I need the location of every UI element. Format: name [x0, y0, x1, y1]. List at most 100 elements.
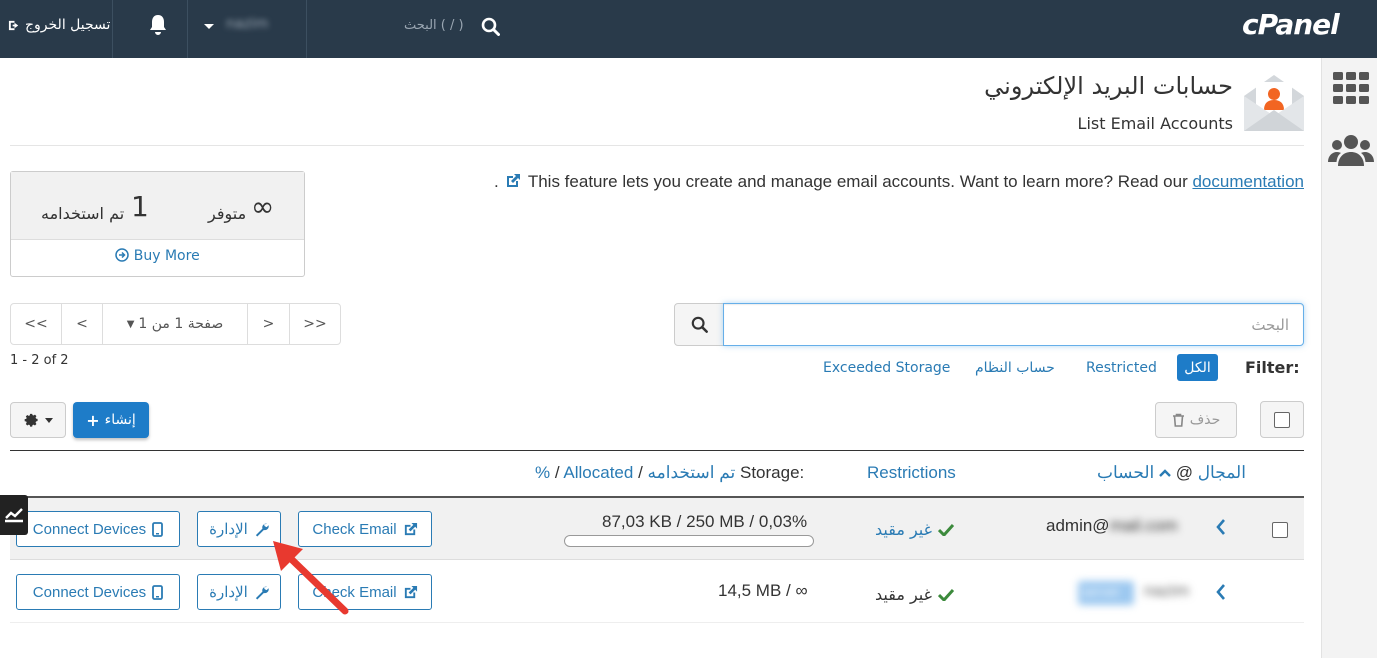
delete-button[interactable]: حذف: [1155, 402, 1237, 438]
column-storage-label: Storage:: [739, 463, 805, 482]
pager-first-button[interactable]: <<: [11, 304, 62, 344]
external-link-icon: [404, 522, 417, 535]
email-accounts-icon: [1243, 74, 1305, 136]
pager-last-button[interactable]: >>: [290, 304, 340, 344]
storage-progress-bar: [564, 535, 814, 547]
page-subtitle: List Email Accounts: [1077, 114, 1233, 133]
notifications-bell-icon[interactable]: [148, 14, 168, 40]
system-account-label: server: [1082, 585, 1120, 599]
delete-label: حذف: [1189, 412, 1221, 428]
account-name: nazim: [1144, 581, 1190, 600]
buy-more-label: Buy More: [133, 248, 200, 264]
at-symbol: @: [1175, 463, 1193, 482]
create-button[interactable]: + إنشاء: [73, 402, 149, 438]
logout-icon: [8, 20, 19, 30]
filter-all[interactable]: الكل: [1177, 354, 1218, 381]
expand-row-chevron-icon[interactable]: [1216, 518, 1226, 540]
divider: [112, 0, 113, 58]
stats-row: تم استخدامه 1 متوفر ∞: [11, 172, 304, 240]
connect-devices-label: Connect Devices: [32, 583, 147, 601]
pager-prev-button[interactable]: <: [62, 304, 103, 344]
user-menu-caret-icon[interactable]: [204, 24, 214, 29]
description-trailing: .: [493, 172, 499, 191]
used-label: تم استخدامه: [41, 204, 125, 223]
table-top-border: [10, 450, 1304, 451]
column-domain-label[interactable]: المجال: [1198, 463, 1246, 482]
mobile-icon: [152, 584, 164, 600]
top-search-input[interactable]: البحث ( / ): [404, 18, 464, 33]
documentation-link[interactable]: documentation: [1192, 172, 1304, 191]
email-search-input[interactable]: [723, 303, 1304, 346]
select-all-checkbox[interactable]: [1260, 401, 1304, 438]
apps-grid-icon[interactable]: [1333, 72, 1369, 108]
separator: /: [638, 463, 643, 482]
column-restrictions-label: Restrictions: [867, 463, 956, 482]
filter-label: Filter:: [1245, 358, 1300, 377]
external-link-icon: [404, 585, 417, 598]
column-restrictions[interactable]: Restrictions: [867, 463, 956, 483]
column-used[interactable]: تم استخدامه: [648, 463, 736, 482]
account-usage-stats: تم استخدامه 1 متوفر ∞ Buy More: [10, 171, 305, 277]
settings-dropdown-button[interactable]: [10, 402, 66, 438]
row-checkbox[interactable]: [1272, 522, 1288, 538]
table-row: admin@mail.com غير مقيد 87,03 KB / 250 M…: [10, 498, 1304, 560]
email-address: admin@mail.com: [1046, 516, 1178, 536]
result-range: 1 - 2 of 2: [10, 353, 69, 368]
manage-label: الإدارة: [209, 521, 248, 538]
search-button[interactable]: [674, 303, 724, 346]
feature-description: . This feature lets you create and manag…: [494, 172, 1304, 192]
filter-restricted[interactable]: Restricted: [1086, 360, 1157, 376]
storage-usage: 14,5 MB / ∞: [718, 581, 808, 600]
restriction-status: غير مقيد: [875, 520, 954, 539]
search-icon[interactable]: [481, 17, 500, 40]
search-icon: [691, 316, 708, 333]
caret-down-icon: [44, 417, 53, 423]
email-domain: mail.com: [1109, 516, 1178, 535]
column-storage[interactable]: % / Allocated / تم استخدامه Storage:: [535, 463, 804, 483]
page-select[interactable]: ▼ صفحة 1 من 1: [103, 304, 248, 344]
logout-label: تسجيل الخروج: [25, 17, 111, 33]
users-icon[interactable]: [1328, 134, 1374, 170]
table-row: nazim server غير مقيد 14,5 MB / ∞ Check …: [10, 561, 1304, 623]
arrow-circle-right-icon: [115, 248, 130, 262]
expand-row-chevron-icon[interactable]: [1216, 583, 1226, 605]
logout-button[interactable]: تسجيل الخروج: [8, 17, 110, 33]
column-account-domain[interactable]: المجال @ الحساب: [1097, 463, 1246, 483]
restriction-label: غير مقيد: [875, 520, 932, 539]
available-label: متوفر: [208, 204, 247, 223]
system-account-badge: server: [1078, 581, 1134, 605]
connect-devices-button[interactable]: Connect Devices: [16, 511, 180, 547]
filter-exceeded-storage[interactable]: Exceeded Storage: [823, 360, 950, 376]
separator: /: [554, 463, 560, 482]
top-bar: تسجيل الخروج nazim البحث ( / ) cPanel: [0, 0, 1377, 58]
description-text: This feature lets you create and manage …: [527, 172, 1188, 191]
column-account-label[interactable]: الحساب: [1097, 463, 1154, 482]
cpanel-logo[interactable]: cPanel: [1242, 8, 1340, 41]
divider: [187, 0, 188, 58]
create-label: إنشاء: [104, 412, 136, 428]
filter-system-account[interactable]: حساب النظام: [975, 360, 1055, 376]
email-local-part: admin@: [1046, 516, 1110, 535]
mobile-icon: [152, 521, 164, 537]
column-percent[interactable]: %: [535, 463, 550, 482]
pagination: << < ▼ صفحة 1 من 1 > >>: [10, 303, 341, 345]
caret-down-icon: ▼: [126, 318, 135, 330]
page-title: حسابات البريد الإلكتروني: [984, 72, 1233, 100]
connect-devices-button[interactable]: Connect Devices: [16, 574, 180, 610]
check-icon: [938, 523, 954, 536]
buy-more-link[interactable]: Buy More: [11, 248, 304, 264]
sort-ascending-icon: [1159, 469, 1171, 477]
gear-icon: [24, 413, 38, 427]
storage-usage: 87,03 KB / 250 MB / 0,03%: [602, 512, 808, 531]
available-value: ∞: [251, 190, 275, 223]
stats-graph-tab[interactable]: [0, 495, 28, 535]
trash-icon: [1172, 413, 1184, 427]
page-select-label: صفحة 1 من 1: [138, 316, 224, 332]
used-value: 1: [131, 190, 149, 223]
column-allocated[interactable]: Allocated: [563, 463, 633, 482]
external-link-icon: [507, 174, 521, 187]
restriction-label: غير مقيد: [875, 585, 932, 604]
user-menu[interactable]: nazim: [226, 16, 268, 32]
divider: [306, 0, 307, 58]
pager-next-button[interactable]: >: [248, 304, 290, 344]
